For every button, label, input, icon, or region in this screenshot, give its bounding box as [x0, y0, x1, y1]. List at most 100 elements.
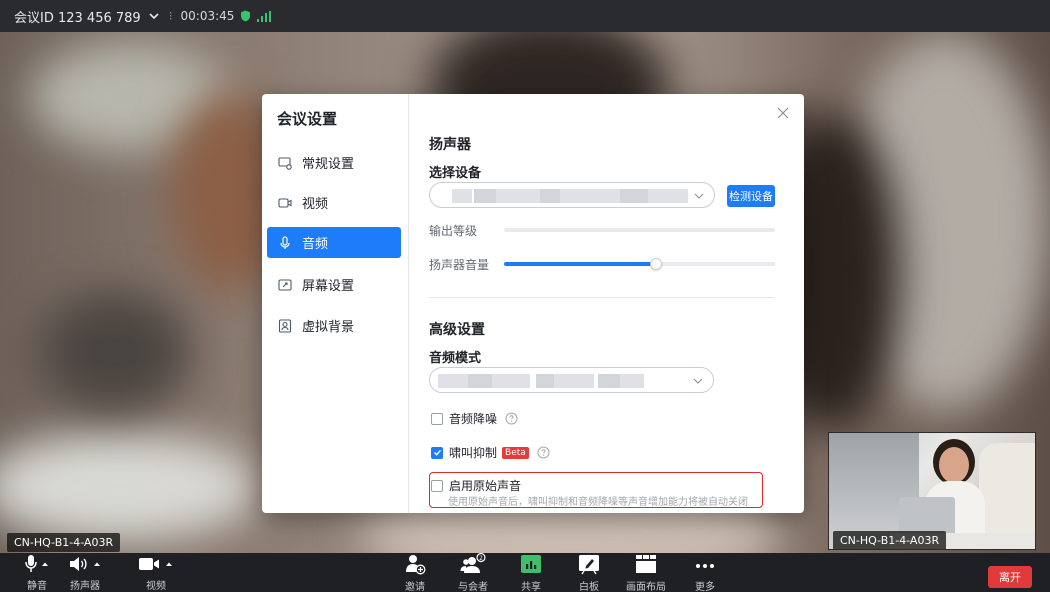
speaker-volume-label: 扬声器音量 [429, 258, 490, 272]
test-device-button[interactable]: 检测设备 [727, 185, 775, 207]
microphone-icon [280, 235, 290, 249]
participants-label: 与会者 [458, 582, 488, 592]
separator: ⁝ [168, 9, 173, 23]
video-control [138, 553, 174, 574]
speaker-heading: 扬声器 [429, 137, 471, 153]
sidebar-item-label: 虚拟背景 [302, 320, 355, 335]
virtual-background-icon [278, 318, 292, 333]
redacted-mode-name [598, 374, 620, 388]
speaker-volume-thumb[interactable] [650, 258, 662, 270]
more-dots-icon [696, 564, 714, 568]
sidebar-item-general[interactable]: 常规设置 [267, 147, 401, 178]
main-video-name-label: CN-HQ-B1-4-A03R [7, 533, 121, 552]
checkmark-icon [433, 449, 441, 456]
speaker-label: 扬声器 [70, 581, 100, 592]
speaker-control [68, 553, 102, 574]
beta-badge: Beta [502, 446, 529, 459]
participants-icon: 2 [460, 553, 486, 573]
more-label: 更多 [695, 582, 715, 592]
sidebar-item-audio[interactable]: 音频 [267, 227, 401, 258]
redacted-mode-name [620, 374, 644, 388]
speaker-icon [70, 557, 100, 571]
sidebar-item-label: 常规设置 [302, 157, 355, 172]
video-camera-icon [139, 558, 172, 570]
invite-label: 邀请 [405, 582, 425, 592]
original-sound-checkbox[interactable] [431, 479, 443, 492]
speaker-button[interactable]: 扬声器 [68, 553, 102, 592]
gallery-layout-icon [636, 555, 656, 573]
original-sound-note: 使用原始声音后，啸叫抑制和音频降噪等声音增加能力将被自动关闭 [448, 497, 748, 508]
meeting-id[interactable]: 会议ID 123 456 789 [14, 7, 141, 26]
mute-button[interactable]: 静音 [24, 553, 50, 592]
redacted-mode-name [554, 374, 594, 388]
participants-button[interactable]: 2 与会者 [458, 553, 488, 592]
screen-share-icon [278, 278, 292, 291]
sidebar-item-label: 视频 [302, 197, 329, 212]
sidebar-item-label: 屏幕设置 [302, 279, 355, 294]
noise-reduction-option: 音频降噪 [431, 410, 518, 427]
redacted-device-name [474, 189, 496, 203]
redacted-device-name [452, 189, 472, 203]
output-level-meter [504, 228, 775, 232]
redacted-mode-name [468, 374, 492, 388]
noise-reduction-checkbox[interactable] [431, 412, 443, 425]
sidebar-item-screen[interactable]: 屏幕设置 [267, 269, 401, 300]
speaker-volume-fill [504, 262, 656, 266]
invite-button[interactable]: 邀请 [404, 553, 426, 592]
share-label: 共享 [521, 582, 541, 592]
audio-settings-panel: 扬声器 选择设备 检测设备 输出等级 扬声器音量 高级设置 音频模式 音频降噪 … [429, 94, 789, 513]
general-settings-icon [278, 156, 292, 170]
help-circle-icon[interactable] [537, 446, 550, 459]
redacted-mode-name [536, 374, 554, 388]
share-screen-icon [521, 555, 541, 573]
self-view-name-label: CN-HQ-B1-4-A03R [833, 531, 947, 549]
chevron-down-icon[interactable] [147, 9, 161, 23]
meeting-settings-dialog: 会议设置 常规设置 视频 音频 屏幕设置 虚拟背景 扬声器 选择设备 检测设备 … [262, 94, 804, 513]
self-view-video[interactable]: CN-HQ-B1-4-A03R [828, 432, 1036, 550]
audio-mode-label: 音频模式 [429, 351, 482, 366]
pip-person-face [939, 447, 969, 483]
meeting-timer: 00:03:45 [180, 9, 235, 23]
select-device-label: 选择设备 [429, 166, 482, 181]
bg-chair [40, 292, 190, 412]
whiteboard-button[interactable]: 白板 [578, 553, 600, 592]
help-circle-icon[interactable] [505, 412, 518, 425]
advanced-settings-heading: 高级设置 [429, 322, 485, 338]
bg-table [0, 432, 260, 542]
layout-button[interactable]: 画面布局 [626, 553, 666, 592]
meeting-toolbar: 静音 扬声器 视频 邀请 2 与会者 共享 白板 画面布局 更多 [0, 553, 1050, 592]
chevron-down-icon [693, 378, 703, 384]
leave-meeting-button[interactable]: 离开 [988, 566, 1032, 588]
sidebar-item-virtual-bg[interactable]: 虚拟背景 [267, 310, 401, 341]
mute-label: 静音 [27, 581, 47, 592]
speaker-device-select[interactable] [429, 182, 715, 208]
howling-suppression-label: 啸叫抑制 [449, 446, 498, 460]
redacted-device-name [496, 189, 540, 203]
sidebar-item-video[interactable]: 视频 [267, 187, 401, 218]
pip-chair [979, 443, 1035, 543]
section-divider [429, 297, 775, 298]
share-button[interactable]: 共享 [520, 553, 542, 592]
howling-suppression-option: 啸叫抑制 Beta [431, 444, 550, 461]
whiteboard-label: 白板 [579, 582, 599, 592]
meeting-top-bar: 会议ID 123 456 789 ⁝ 00:03:45 [0, 0, 1050, 32]
original-sound-option: 启用原始声音 [431, 477, 521, 494]
sidebar-item-label: 音频 [302, 237, 329, 252]
redacted-device-name [648, 189, 688, 203]
security-shield-icon [241, 10, 251, 22]
redacted-device-name [540, 189, 560, 203]
original-sound-label: 启用原始声音 [449, 479, 522, 493]
settings-sidebar: 会议设置 常规设置 视频 音频 屏幕设置 虚拟背景 [262, 94, 409, 513]
more-button[interactable]: 更多 [694, 553, 716, 592]
redacted-device-name [560, 189, 620, 203]
redacted-mode-name [438, 374, 468, 388]
dialog-title: 会议设置 [277, 110, 338, 128]
howling-suppression-checkbox[interactable] [431, 446, 443, 459]
redacted-device-name [620, 189, 648, 203]
video-label: 视频 [146, 581, 166, 592]
noise-reduction-label: 音频降噪 [449, 412, 498, 426]
video-button[interactable]: 视频 [138, 553, 174, 592]
audio-mode-select[interactable] [429, 367, 714, 393]
layout-label: 画面布局 [626, 582, 666, 592]
svg-text:2: 2 [479, 555, 483, 562]
